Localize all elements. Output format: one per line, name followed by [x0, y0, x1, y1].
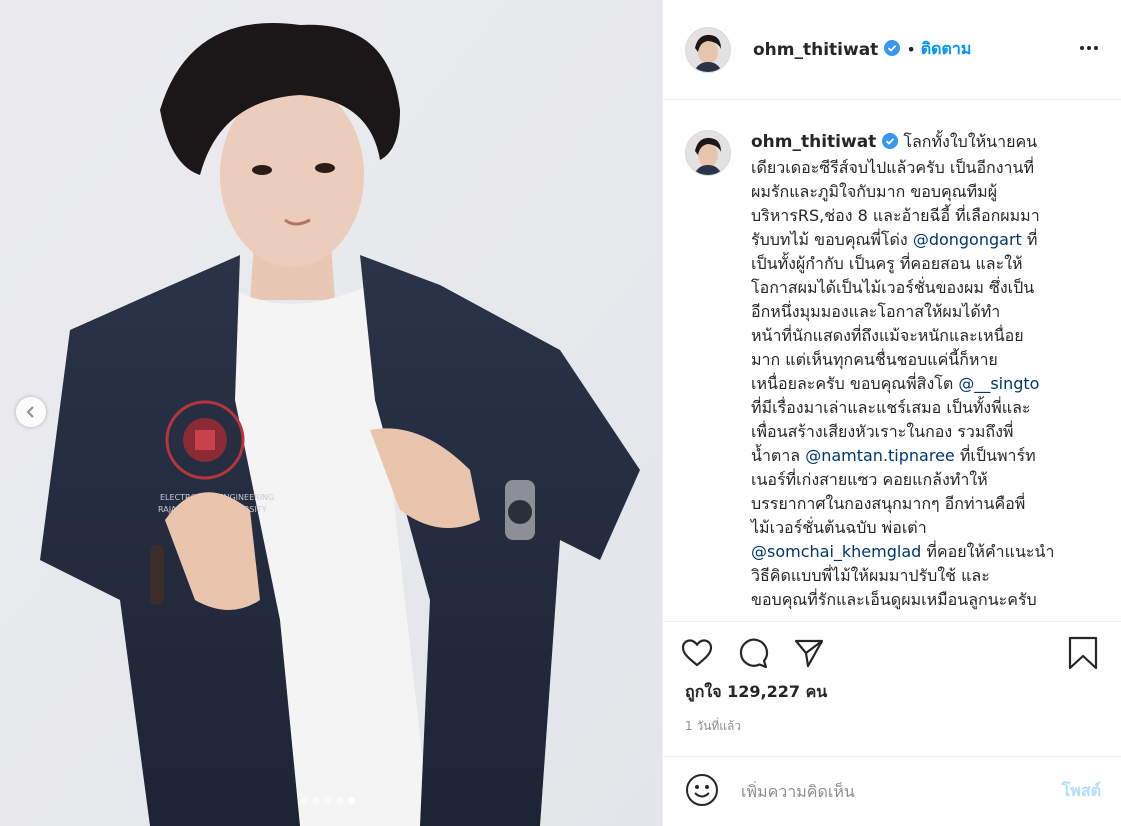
avatar-image: [686, 27, 730, 72]
post-timestamp[interactable]: 1 วันที่แล้ว: [663, 705, 1121, 736]
post-header: ohm_thitiwat • ติดตาม: [663, 0, 1121, 100]
post-photo: ELECTRONICS ENGINEERING RAJAMANGALA UNIV…: [0, 0, 662, 826]
comment-icon: [739, 638, 769, 669]
caption-line: ที่มีเรื่องมาเล่าและแชร์เสมอ เป็นทั้งพี่…: [751, 398, 1031, 417]
avatar-image: [686, 131, 730, 175]
caption-line: บรรยากาศในกองสนุกมากๆ อีกท่านคือพี่: [751, 494, 1026, 513]
caption-section: ohm_thitiwat โลกทั้งใบให้นายคน เดียวเดอะ…: [663, 100, 1121, 622]
mention-link[interactable]: @dongongart: [913, 230, 1022, 249]
caption-line: อีกหนึ่งมุมมองและโอกาสให้ผมได้ทำ: [751, 302, 1001, 321]
like-button[interactable]: [679, 635, 715, 671]
action-bar: [663, 622, 1121, 672]
caption-line: รับบทไม้ ขอบคุณพี่โด่ง: [751, 230, 913, 249]
caption-line: วิธีคิดแบบพี่ไม้ให้ผมมาปรับใช้ และ: [751, 566, 990, 585]
carousel-dot-active: [348, 797, 355, 804]
carousel-indicator: [300, 797, 355, 804]
like-count[interactable]: ถูกใจ 129,227 คน: [663, 672, 1121, 705]
mention-link[interactable]: @somchai_khemglad: [751, 542, 921, 561]
comment-button[interactable]: [735, 635, 771, 671]
caption-line: ผมรักและภูมิใจกับมาก ขอบคุณทีมผู้: [751, 182, 998, 201]
mention-link[interactable]: @namtan.tipnaree: [805, 446, 955, 465]
follow-button[interactable]: ติดตาม: [921, 37, 972, 62]
avatar[interactable]: [685, 26, 731, 73]
mention-link[interactable]: @__singto: [958, 374, 1039, 393]
caption-line: บริหารRS,ช่อง 8 และอ้ายฉีอี้ ที่เลือกผมม…: [751, 206, 1040, 225]
caption-username[interactable]: ohm_thitiwat: [751, 132, 876, 152]
caption-avatar[interactable]: [685, 130, 731, 176]
caption-line: เหนื่อยละครับ ขอบคุณพี่สิงโต: [751, 374, 959, 393]
share-icon: [794, 639, 824, 668]
caption-line: เนอร์ที่เก่งสายแซว คอยแกล้งทำให้: [751, 470, 988, 489]
caption-line: เพื่อนสร้างเสียงหัวเราะในกอง รวมถึงพี่: [751, 422, 1014, 441]
bookmark-icon: [1068, 636, 1098, 670]
caption-line: ที่เป็นพาร์ท: [954, 446, 1036, 465]
caption-text: ohm_thitiwat โลกทั้งใบให้นายคน เดียวเดอะ…: [751, 130, 1085, 621]
carousel-dot: [300, 797, 307, 804]
caption-line: เป็นทั้งผู้กำกับ เป็นครู ที่คอยสอน และให…: [751, 254, 1023, 273]
caption-line: มาก แต่เห็นทุกคนชื่นชอบแค่นี้ก็หาย: [751, 350, 998, 369]
post-media[interactable]: ELECTRONICS ENGINEERING RAJAMANGALA UNIV…: [0, 0, 662, 826]
post-comment-button[interactable]: โพสต์: [1062, 779, 1101, 804]
caption-line: ขอบคุณที่รักและเอ็นดูผมเหมือนลูกนะครับ: [751, 590, 1037, 609]
caption-line: ไม้เวอร์ชั่นต้นฉบับ พ่อเต่า: [751, 518, 927, 537]
separator-bullet: •: [906, 40, 916, 59]
carousel-dot: [324, 797, 331, 804]
caption-line: หน้าที่นักแสดงที่ถึงแม้จะหนักและเหนื่อย: [751, 326, 1024, 345]
caption-line: เดียวเดอะซีรีส์จบไปแล้วครับ เป็นอีกงานที…: [751, 158, 1035, 177]
comment-input[interactable]: [739, 781, 1062, 802]
more-options-icon[interactable]: [1077, 36, 1101, 64]
chevron-left-icon: [26, 406, 34, 418]
emoji-icon[interactable]: [685, 773, 719, 811]
header-username[interactable]: ohm_thitiwat: [753, 40, 878, 60]
caption-line: โลกทั้งใบให้นายคน: [903, 132, 1038, 151]
caption-line: น้ำตาล: [751, 446, 806, 465]
verified-badge-icon: [882, 132, 899, 156]
comment-bar: โพสต์: [663, 756, 1121, 826]
save-button[interactable]: [1065, 635, 1101, 671]
carousel-prev-button[interactable]: [16, 397, 46, 427]
caption-line: โอกาสผมได้เป็นไม้เวอร์ชั่นของผม ซึ่งเป็น: [751, 278, 1035, 297]
heart-icon: [681, 639, 713, 667]
carousel-dot: [312, 797, 319, 804]
verified-badge-icon: [884, 39, 901, 60]
post-details-panel: ohm_thitiwat • ติดตาม ohm_thitiwat โลกทั…: [662, 0, 1121, 826]
share-button[interactable]: [791, 635, 827, 671]
caption-line: ที่: [1021, 230, 1038, 249]
caption-line: ที่คอยให้คำแนะนำ: [921, 542, 1055, 561]
instagram-post: ELECTRONICS ENGINEERING RAJAMANGALA UNIV…: [0, 0, 1121, 826]
carousel-dot: [336, 797, 343, 804]
